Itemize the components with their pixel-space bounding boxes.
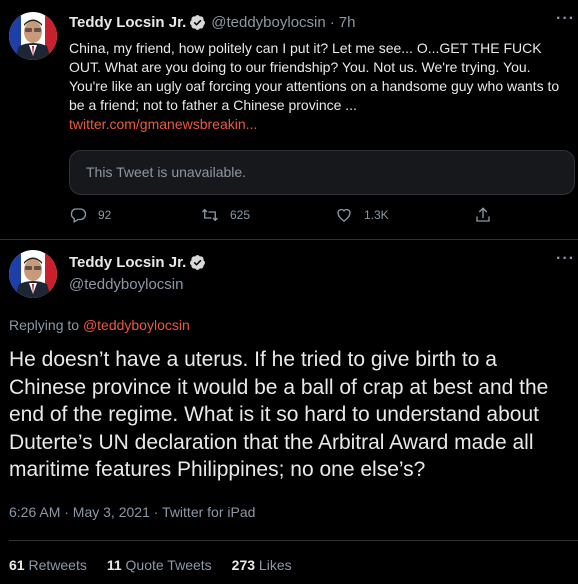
author-name[interactable]: Teddy Locsin Jr.	[69, 254, 186, 271]
replying-prefix: Replying to	[9, 317, 80, 333]
author-handle[interactable]: @teddyboylocsin	[211, 14, 325, 31]
retweet-icon	[202, 208, 218, 222]
tweet-header: Teddy Locsin Jr. @teddyboylocsin · 7h	[69, 14, 355, 31]
retweets-stat[interactable]: 61 Retweets	[9, 557, 87, 573]
retweet-count: 625	[230, 208, 251, 222]
share-icon	[476, 207, 490, 222]
retweets-label: Retweets	[28, 557, 87, 573]
timestamp[interactable]: 7h	[339, 14, 356, 31]
likes-stat[interactable]: 273 Likes	[232, 557, 292, 573]
quotes-stat[interactable]: 11 Quote Tweets	[107, 557, 212, 573]
share-button[interactable]	[474, 206, 503, 224]
tweet-link[interactable]: twitter.com/gmanewsbreakin...	[69, 116, 257, 132]
like-icon	[337, 208, 351, 222]
reply-button[interactable]: 92	[69, 206, 111, 224]
tweet-text: He doesn’t have a uterus. If he tried to…	[9, 348, 549, 481]
tweet-actions: 92 625 1.3K	[69, 206, 499, 228]
reply-count: 92	[98, 208, 112, 222]
verified-badge-icon	[189, 254, 206, 271]
like-button[interactable]: 1.3K	[335, 206, 389, 224]
author-name[interactable]: Teddy Locsin Jr.	[69, 14, 186, 31]
avatar[interactable]	[9, 12, 57, 60]
divider	[9, 540, 578, 541]
likes-count: 273	[231, 557, 256, 573]
more-icon[interactable]: ···	[556, 10, 575, 28]
replying-to: Replying to @teddyboylocsin	[9, 317, 190, 333]
tweet-text: China, my friend, how politely can I put…	[69, 39, 569, 134]
parent-tweet[interactable]: Teddy Locsin Jr. @teddyboylocsin · 7h ··…	[0, 0, 578, 240]
replying-to-handle[interactable]: @teddyboylocsin	[83, 317, 190, 333]
reply-icon	[70, 208, 87, 223]
more-icon[interactable]: ···	[556, 250, 575, 268]
quotes-label: Quote Tweets	[125, 557, 212, 573]
quoted-tweet-unavailable[interactable]: This Tweet is unavailable.	[69, 150, 575, 195]
tweet-meta[interactable]: 6:26 AM · May 3, 2021 · Twitter for iPad	[9, 504, 255, 520]
avatar[interactable]	[9, 250, 57, 298]
likes-label: Likes	[258, 557, 292, 573]
verified-badge-icon	[189, 14, 206, 31]
retweets-count: 61	[9, 557, 25, 573]
tweet-stats: 61 Retweets 11 Quote Tweets 273 Likes	[9, 557, 292, 573]
tweet-body: China, my friend, how politely can I put…	[69, 40, 560, 113]
retweet-button[interactable]: 625	[201, 206, 250, 224]
separator-dot: ·	[329, 14, 335, 31]
author-handle[interactable]: @teddyboylocsin	[69, 276, 183, 293]
quotes-count: 11	[106, 557, 122, 573]
tweet-header: Teddy Locsin Jr.	[69, 254, 206, 271]
like-count: 1.3K	[364, 208, 389, 222]
